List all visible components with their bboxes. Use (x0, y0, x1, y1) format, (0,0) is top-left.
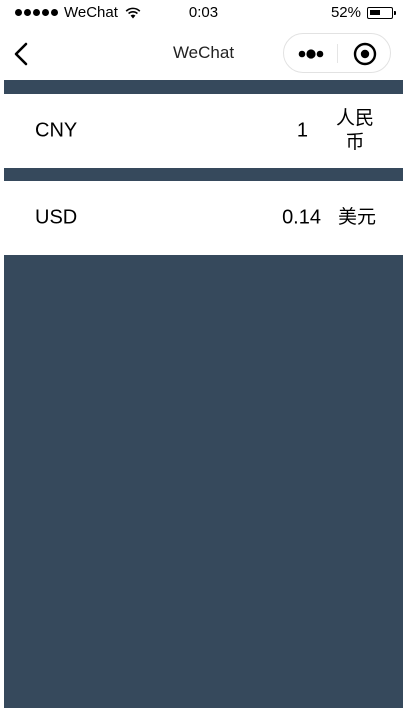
app-frame: WeChat 0:03 52% WeChat CNY 1 人民币 USD 0.1… (0, 0, 407, 708)
nav-bar: WeChat (0, 28, 407, 80)
currency-code: CNY (35, 119, 78, 142)
more-button[interactable] (296, 42, 332, 66)
status-bar: WeChat 0:03 52% (0, 0, 407, 28)
status-right: 52% (330, 4, 396, 21)
currency-value: 1 (296, 119, 308, 142)
currency-name: 美元 (337, 207, 376, 228)
menu-capsule (283, 33, 391, 73)
target-circle-icon (353, 42, 377, 66)
currency-row-usd[interactable]: USD 0.14 美元 (4, 181, 403, 255)
currency-name: 人民币 (335, 108, 374, 153)
currency-code: USD (35, 206, 78, 229)
capsule-divider (337, 44, 338, 63)
battery-icon (367, 6, 396, 19)
currency-row-cny[interactable]: CNY 1 人民币 (4, 94, 403, 168)
currency-value: 0.14 (282, 206, 321, 229)
battery-percent: 52% (330, 4, 361, 21)
content-area: CNY 1 人民币 USD 0.14 美元 (4, 80, 403, 708)
close-button[interactable] (352, 41, 378, 67)
more-dots-icon (298, 49, 324, 59)
